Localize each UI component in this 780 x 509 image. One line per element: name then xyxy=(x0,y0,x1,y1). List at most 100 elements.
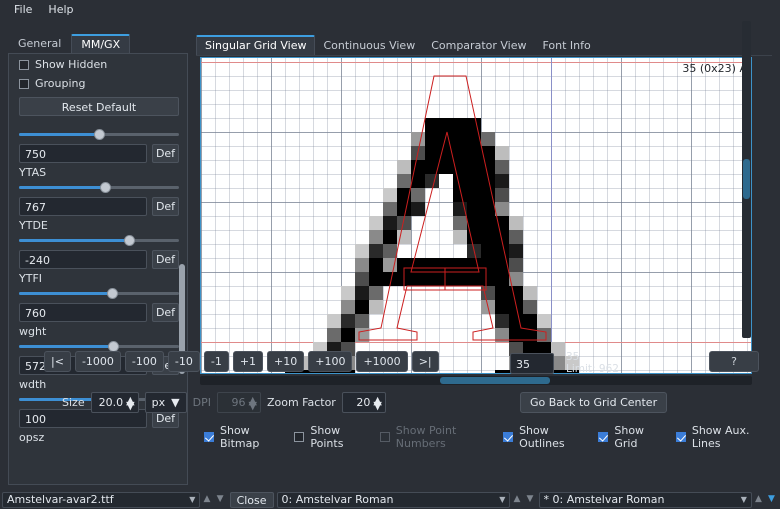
font-up-arrow-icon[interactable]: ▲ xyxy=(200,492,213,508)
option-show-points[interactable]: Show Points xyxy=(294,424,359,450)
menu-item-help[interactable]: Help xyxy=(40,1,81,18)
nav-button-10[interactable]: -10 xyxy=(168,351,200,372)
nav-button-100[interactable]: -100 xyxy=(125,351,164,372)
bitmap-pixel xyxy=(355,272,369,286)
font-down-arrow-icon[interactable]: ▼ xyxy=(214,492,227,508)
nav-button-1[interactable]: +1 xyxy=(233,351,263,372)
nav-button-10[interactable]: +10 xyxy=(267,351,304,372)
tab-singular-grid-view[interactable]: Singular Grid View xyxy=(196,35,315,55)
glyph-index-info: 35 Limit: 962 xyxy=(566,351,619,375)
axis-value-row: 767 Def xyxy=(19,197,179,216)
bitmap-pixel xyxy=(439,132,453,146)
bitmap-pixel xyxy=(411,188,425,202)
axis-default-button[interactable]: Def xyxy=(152,250,179,269)
bitmap-pixel xyxy=(383,272,397,286)
close-button[interactable]: Close xyxy=(230,492,274,508)
bitmap-pixel xyxy=(481,188,495,202)
bitmap-pixel xyxy=(383,188,397,202)
show-hidden-checkbox[interactable] xyxy=(19,60,29,70)
bitmap-pixel xyxy=(397,216,411,230)
axis-value-input[interactable]: 767 xyxy=(19,197,147,216)
hscroll-thumb[interactable] xyxy=(440,377,550,384)
axis-default-button[interactable]: Def xyxy=(152,303,179,322)
grouping-row[interactable]: Grouping xyxy=(9,73,187,92)
slider-knob[interactable] xyxy=(124,235,135,246)
checkbox[interactable] xyxy=(598,432,608,442)
instance-right-down-arrow-icon[interactable]: ▼ xyxy=(765,492,778,508)
checkbox[interactable] xyxy=(676,432,686,442)
slider-knob[interactable] xyxy=(94,129,105,140)
nav-button-1000[interactable]: -1000 xyxy=(75,351,121,372)
reset-default-button[interactable]: Reset Default xyxy=(19,97,179,116)
menu-item-file[interactable]: File xyxy=(6,1,40,18)
option-show-bitmap[interactable]: Show Bitmap xyxy=(204,424,274,450)
slider-knob[interactable] xyxy=(107,288,118,299)
nav-button-1000[interactable]: +1000 xyxy=(356,351,407,372)
instance-right-combobox[interactable]: * 0: Amstelvar Roman ▼ xyxy=(539,492,752,508)
axis-slider[interactable] xyxy=(19,234,179,247)
application-window: File Help General MM/GX Show Hidden Grou… xyxy=(0,0,780,509)
checkbox[interactable] xyxy=(294,432,304,442)
nav-button-1[interactable]: -1 xyxy=(204,351,229,372)
axis-slider[interactable] xyxy=(19,181,179,194)
tab-mm-gx[interactable]: MM/GX xyxy=(71,34,130,54)
glyph-grid-canvas[interactable]: 35 (0x23) A xyxy=(200,57,752,374)
nav-button-100[interactable]: +100 xyxy=(308,351,352,372)
bitmap-pixel xyxy=(453,216,467,230)
display-options-row: Show Bitmap Show Points Show Point Numbers… xyxy=(204,424,780,450)
option-show-outlines[interactable]: Show Outlines xyxy=(503,424,578,450)
instance-left-combobox[interactable]: 0: Amstelvar Roman ▼ xyxy=(277,492,511,508)
aux-line-ascender xyxy=(201,62,751,63)
bitmap-pixel xyxy=(481,202,495,216)
canvas-horizontal-scrollbar[interactable] xyxy=(200,376,752,385)
dpi-spinner-arrows: ▲▼ xyxy=(248,398,256,408)
nav-button-[interactable]: |< xyxy=(44,351,71,372)
zoom-spinner-arrows[interactable]: ▲▼ xyxy=(373,398,381,408)
show-hidden-row[interactable]: Show Hidden xyxy=(9,54,187,73)
bitmap-pixel xyxy=(369,300,383,314)
tab-continuous-view[interactable]: Continuous View xyxy=(315,37,423,55)
axis-slider[interactable] xyxy=(19,128,179,141)
bitmap-pixel xyxy=(495,328,509,342)
option-show-point-numbers: Show Point Numbers xyxy=(380,424,483,450)
checkbox[interactable] xyxy=(204,432,214,442)
checkbox[interactable] xyxy=(503,432,513,442)
size-spinner-arrows[interactable]: ▲▼ xyxy=(126,398,134,408)
help-button[interactable]: ? xyxy=(709,351,759,372)
instance-left-down-arrow-icon[interactable]: ▼ xyxy=(523,492,536,508)
slider-knob[interactable] xyxy=(100,182,111,193)
font-file-combobox[interactable]: Amstelvar-avar2.ttf ▼ xyxy=(2,492,200,508)
axis-value-input[interactable]: 750 xyxy=(19,144,147,163)
bitmap-pixel xyxy=(467,216,481,230)
bitmap-pixel xyxy=(509,244,523,258)
axis-default-button[interactable]: Def xyxy=(152,144,179,163)
axis-slider[interactable] xyxy=(19,287,179,300)
unit-combobox[interactable]: px ▼ xyxy=(145,392,187,413)
instance-right-up-arrow-icon[interactable]: ▲ xyxy=(752,492,765,508)
glyph-index-input[interactable]: 35 xyxy=(510,353,554,374)
canvas-vertical-scrollbar[interactable] xyxy=(742,21,751,338)
tab-general[interactable]: General xyxy=(8,34,71,54)
tab-font-info[interactable]: Font Info xyxy=(534,37,598,55)
axis-group: 750 Def xyxy=(17,128,181,163)
nav-button-[interactable]: >| xyxy=(412,351,439,372)
axis-value-input[interactable]: 760 xyxy=(19,303,147,322)
axis-value-row: 760 Def xyxy=(19,303,179,322)
dpi-spinner: 96 ▲▼ xyxy=(217,392,261,413)
tab-comparator-view[interactable]: Comparator View xyxy=(423,37,534,55)
zoom-factor-spinner[interactable]: 20 ▲▼ xyxy=(342,392,386,413)
option-show-aux-lines[interactable]: Show Aux. Lines xyxy=(676,424,760,450)
instance-left-up-arrow-icon[interactable]: ▲ xyxy=(510,492,523,508)
go-back-to-grid-center-button[interactable]: Go Back to Grid Center xyxy=(520,392,667,413)
axis-slider-list: 750DefYTAS767DefYTDE-240DefYTFI760Defwgh… xyxy=(17,126,181,478)
bitmap-pixel xyxy=(355,258,369,272)
axis-value-input[interactable]: -240 xyxy=(19,250,147,269)
size-controls-row: Size 20.0 ▲▼ px ▼ DPI 96 ▲▼ Zoom Factor … xyxy=(62,392,386,413)
vscroll-thumb[interactable] xyxy=(743,159,750,199)
size-spinner[interactable]: 20.0 ▲▼ xyxy=(91,392,139,413)
glyph-index-display: 35 xyxy=(566,351,619,363)
grouping-checkbox[interactable] xyxy=(19,79,29,89)
bitmap-pixel xyxy=(411,146,425,160)
option-show-grid[interactable]: Show Grid xyxy=(598,424,655,450)
axis-default-button[interactable]: Def xyxy=(152,197,179,216)
